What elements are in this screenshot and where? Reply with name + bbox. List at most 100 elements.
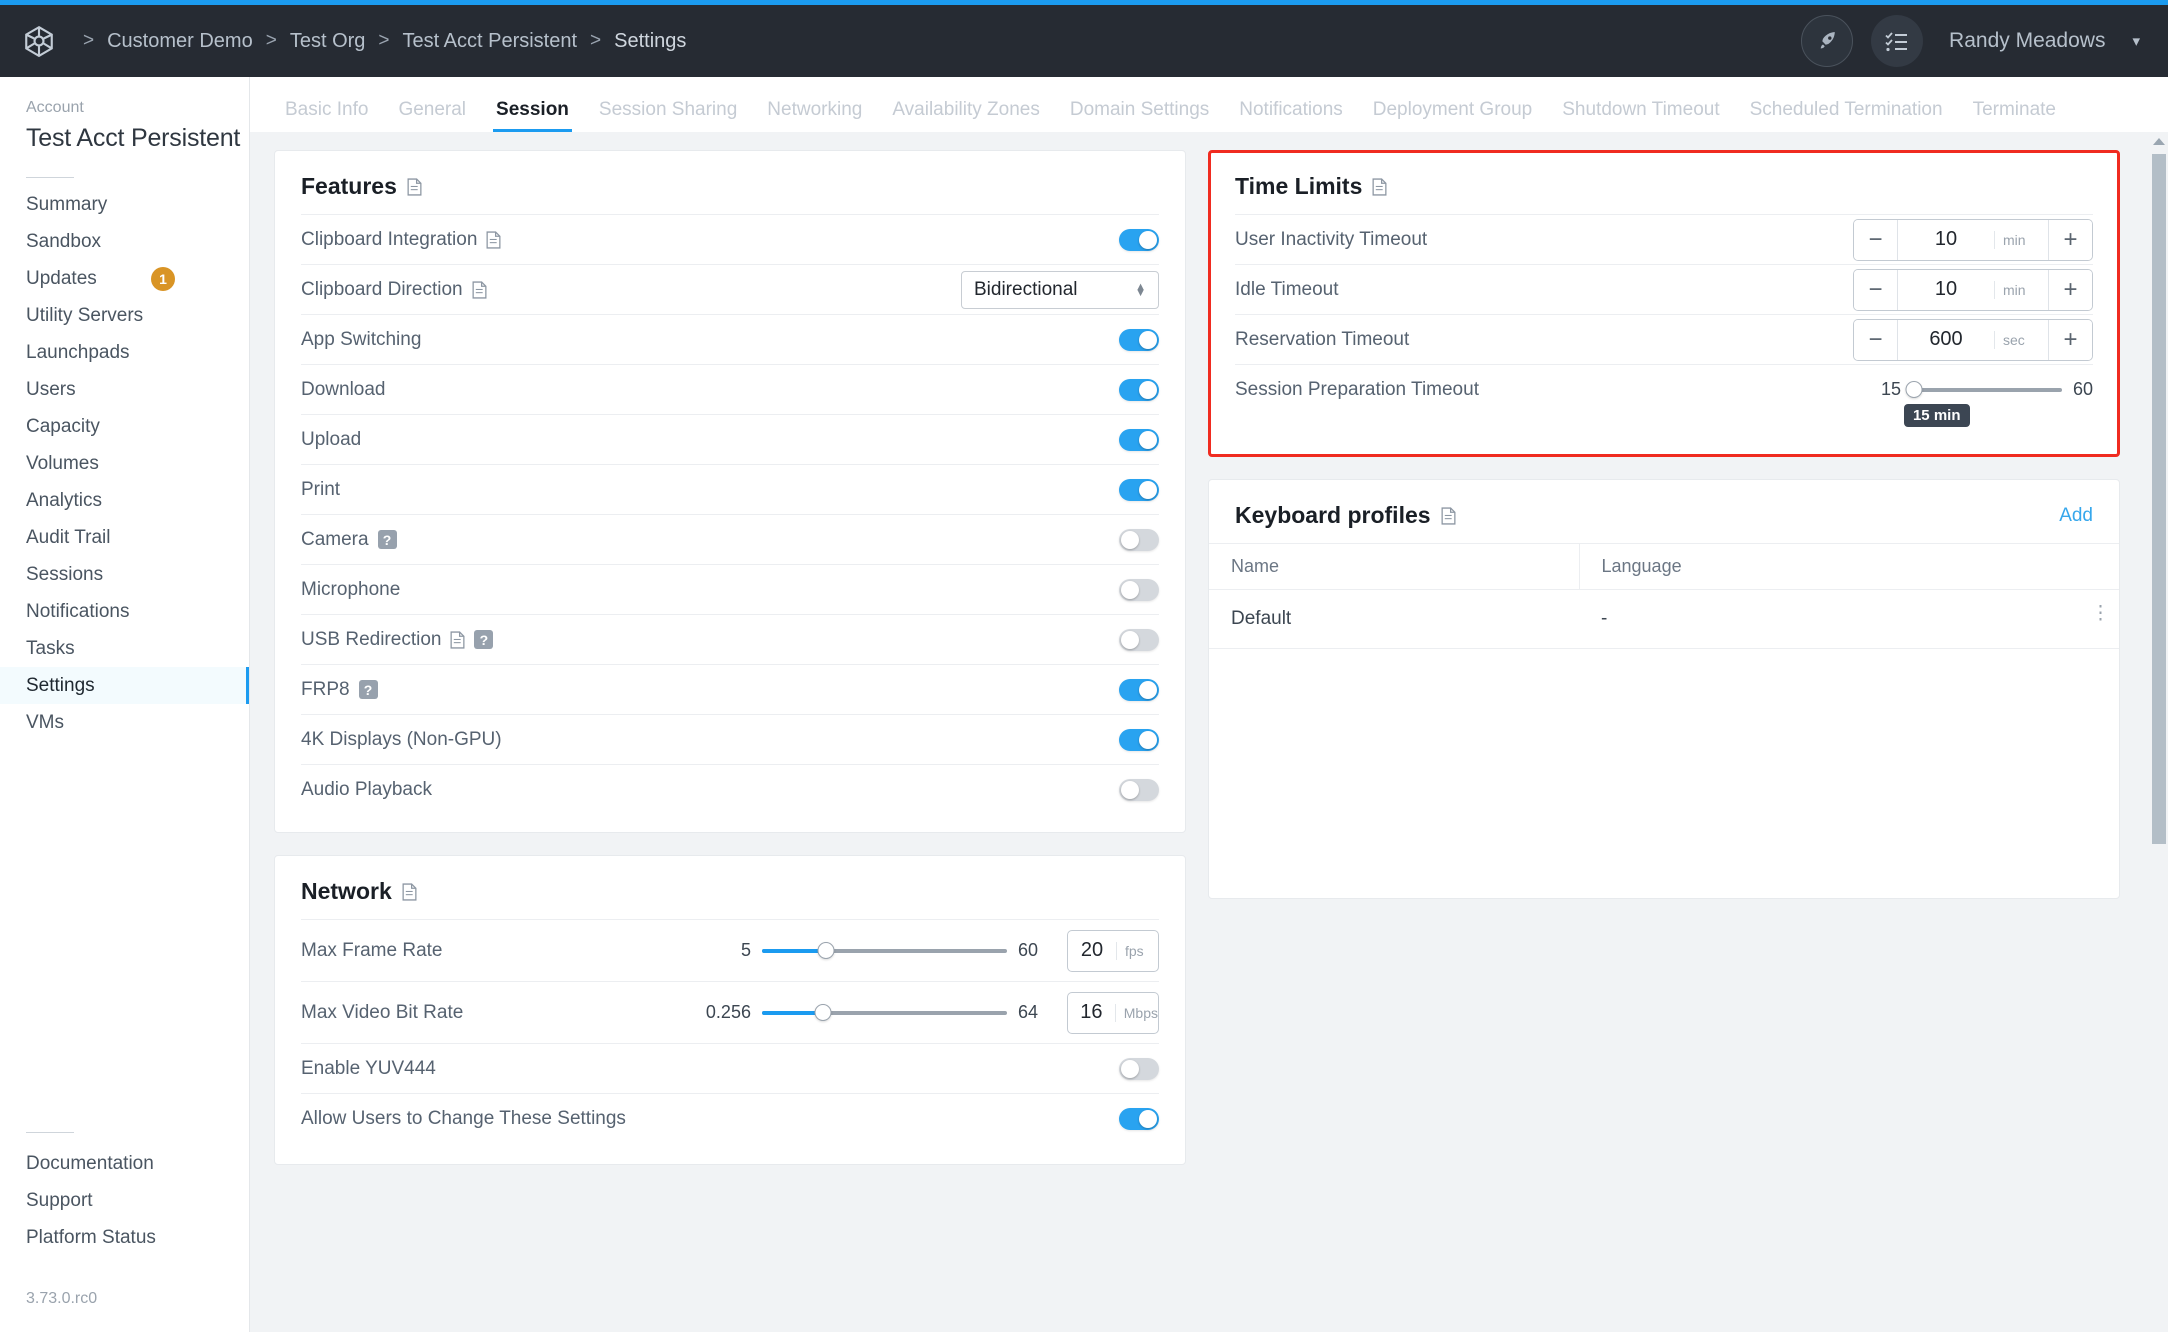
input-max-video-bit-rate[interactable]: 16 Mbps <box>1067 991 1159 1034</box>
tab-notifications[interactable]: Notifications <box>1224 99 1358 132</box>
toggle-microphone[interactable] <box>1119 578 1159 601</box>
document-icon[interactable] <box>450 630 465 649</box>
feature-label: USB Redirection <box>301 628 442 650</box>
help-icon[interactable]: ? <box>377 530 397 549</box>
vertical-scrollbar[interactable] <box>2150 132 2168 1332</box>
slider-thumb[interactable] <box>1905 381 1923 398</box>
sidebar-item-volumes[interactable]: Volumes <box>0 445 249 482</box>
toggle-knob <box>1139 230 1157 249</box>
tab-session[interactable]: Session <box>481 99 584 132</box>
stepper-value[interactable]: 10 <box>1898 278 1994 301</box>
sidebar-item-platform-status[interactable]: Platform Status <box>0 1219 249 1256</box>
toggle-audio-playback[interactable] <box>1119 778 1159 801</box>
slider-max-video-bit-rate[interactable] <box>761 1003 1007 1023</box>
slider-max-frame-rate[interactable] <box>761 941 1007 961</box>
chevron-down-icon[interactable]: ▾ <box>2132 32 2140 50</box>
sidebar-item-users[interactable]: Users <box>0 371 249 408</box>
sidebar-item-updates[interactable]: Updates 1 <box>0 260 249 297</box>
sidebar-item-notifications[interactable]: Notifications <box>0 593 249 630</box>
document-icon[interactable] <box>407 177 422 196</box>
sidebar-item-documentation[interactable]: Documentation <box>0 1145 249 1182</box>
tab-terminate[interactable]: Terminate <box>1958 99 2071 132</box>
tab-availability-zones[interactable]: Availability Zones <box>877 99 1055 132</box>
input-max-frame-rate[interactable]: 20 fps <box>1067 929 1159 972</box>
user-menu-label[interactable]: Randy Meadows <box>1949 29 2105 53</box>
time-limit-row-session-preparation-timeout: Session Preparation Timeout 15 15 min 60 <box>1235 364 2093 438</box>
sidebar-item-sandbox[interactable]: Sandbox <box>0 223 249 260</box>
increment-button[interactable]: + <box>2048 319 2092 360</box>
toggle-knob <box>1139 1109 1157 1128</box>
sidebar-item-summary[interactable]: Summary <box>0 186 249 223</box>
feature-label: FRP8 <box>301 678 350 700</box>
scroll-up-arrow-icon[interactable] <box>2153 138 2165 145</box>
sidebar-item-tasks[interactable]: Tasks <box>0 630 249 667</box>
toggle-4k-displays[interactable] <box>1119 728 1159 751</box>
document-icon[interactable] <box>402 882 417 901</box>
sidebar-item-label: Users <box>26 378 76 400</box>
document-icon[interactable] <box>1372 177 1387 196</box>
sidebar-item-vms[interactable]: VMs <box>0 704 249 741</box>
tab-general[interactable]: General <box>383 99 481 132</box>
tab-networking[interactable]: Networking <box>752 99 877 132</box>
stepper-value[interactable]: 600 <box>1898 328 1994 351</box>
toggle-enable-yuv444[interactable] <box>1119 1057 1159 1080</box>
kebab-menu-icon[interactable]: ⋮ <box>2091 604 2111 623</box>
toggle-camera[interactable] <box>1119 528 1159 551</box>
horizontal-scrollbar[interactable] <box>250 1322 2168 1332</box>
slider-thumb[interactable] <box>814 1004 832 1021</box>
stepper-user-inactivity-timeout: − 10 min + <box>1853 218 2093 261</box>
decrement-button[interactable]: − <box>1854 269 1898 310</box>
tab-deployment-group[interactable]: Deployment Group <box>1358 99 1547 132</box>
toggle-usb-redirection[interactable] <box>1119 628 1159 651</box>
sidebar-item-analytics[interactable]: Analytics <box>0 482 249 519</box>
sidebar-item-audit-trail[interactable]: Audit Trail <box>0 519 249 556</box>
sidebar-item-launchpads[interactable]: Launchpads <box>0 334 249 371</box>
time-limit-label: Idle Timeout <box>1235 278 1339 300</box>
help-icon[interactable]: ? <box>474 630 494 649</box>
help-icon[interactable]: ? <box>358 680 378 699</box>
sidebar-item-settings[interactable]: Settings <box>0 667 249 704</box>
breadcrumb-item-settings[interactable]: Settings <box>614 30 686 53</box>
document-icon[interactable] <box>472 280 487 299</box>
sidebar-item-utility-servers[interactable]: Utility Servers <box>0 297 249 334</box>
tab-scheduled-termination[interactable]: Scheduled Termination <box>1735 99 1958 132</box>
cube-hex-logo[interactable] <box>22 24 56 58</box>
breadcrumb-item-customer-demo[interactable]: Customer Demo <box>107 30 253 53</box>
tab-domain-settings[interactable]: Domain Settings <box>1055 99 1224 132</box>
table-row[interactable]: Default - ⋮ <box>1209 589 2119 649</box>
tasks-button[interactable] <box>1871 15 1924 67</box>
tab-shutdown-timeout[interactable]: Shutdown Timeout <box>1547 99 1734 132</box>
toggle-allow-users-change-settings[interactable] <box>1119 1107 1159 1130</box>
slider-session-preparation-timeout[interactable]: 15 min <box>1903 380 2062 427</box>
add-keyboard-profile-button[interactable]: Add <box>2059 505 2093 527</box>
time-limit-label: Reservation Timeout <box>1235 328 1410 350</box>
stepper-value[interactable]: 10 <box>1898 228 1994 251</box>
sidebar-item-label: Summary <box>26 193 108 215</box>
increment-button[interactable]: + <box>2048 219 2092 260</box>
tab-basic-info[interactable]: Basic Info <box>270 99 383 132</box>
rocket-button[interactable] <box>1801 15 1854 67</box>
select-clipboard-direction[interactable]: Bidirectional ▲ ▼ <box>961 270 1159 309</box>
toggle-app-switching[interactable] <box>1119 328 1159 351</box>
decrement-button[interactable]: − <box>1854 319 1898 360</box>
toggle-download[interactable] <box>1119 378 1159 401</box>
slider-thumb[interactable] <box>817 942 835 959</box>
toggle-clipboard-integration[interactable] <box>1119 228 1159 251</box>
tab-session-sharing[interactable]: Session Sharing <box>584 99 752 132</box>
toggle-frp8[interactable] <box>1119 678 1159 701</box>
toggle-print[interactable] <box>1119 478 1159 501</box>
network-label: Max Frame Rate <box>301 939 443 961</box>
vertical-scrollbar-thumb[interactable] <box>2152 154 2166 844</box>
sidebar-item-sessions[interactable]: Sessions <box>0 556 249 593</box>
document-icon[interactable] <box>1441 506 1456 525</box>
sidebar-item-label: Notifications <box>26 600 130 622</box>
breadcrumb-item-test-org[interactable]: Test Org <box>290 30 366 53</box>
toggle-upload[interactable] <box>1119 428 1159 451</box>
sidebar-item-support[interactable]: Support <box>0 1182 249 1219</box>
network-control: 0.256 64 16 Mbps <box>706 991 1159 1034</box>
decrement-button[interactable]: − <box>1854 219 1898 260</box>
increment-button[interactable]: + <box>2048 269 2092 310</box>
document-icon[interactable] <box>486 230 501 249</box>
breadcrumb-item-test-acct-persistent[interactable]: Test Acct Persistent <box>403 30 578 53</box>
sidebar-item-capacity[interactable]: Capacity <box>0 408 249 445</box>
